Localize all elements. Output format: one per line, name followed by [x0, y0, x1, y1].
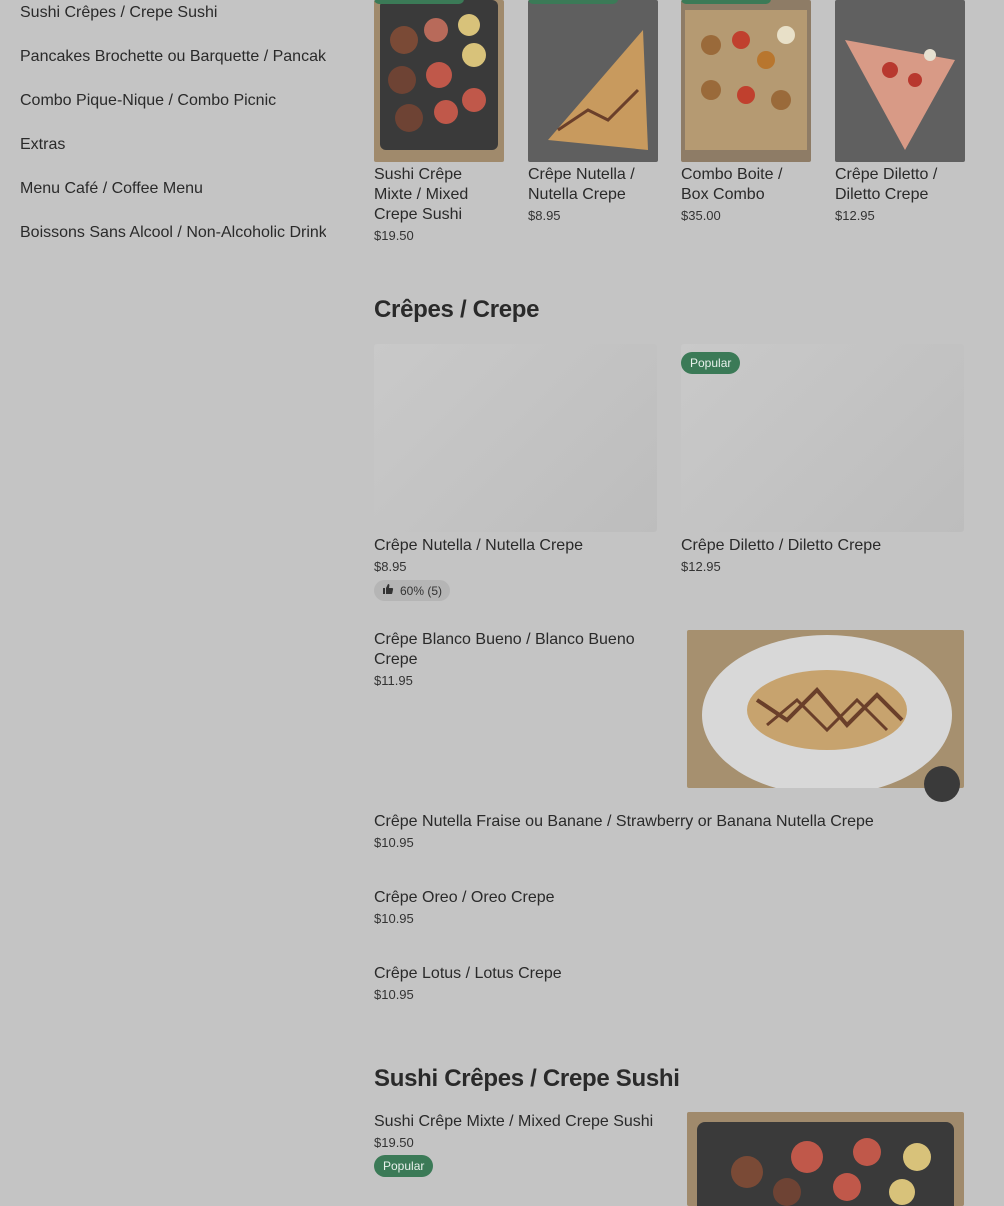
- item-price: $8.95: [374, 559, 407, 574]
- category-sidebar: Sushi Crêpes / Crepe Sushi Pancakes Broc…: [20, 0, 326, 264]
- item-name: Crêpe Nutella / Nutella Crepe: [528, 166, 635, 203]
- sidebar-item-combo-picnic[interactable]: Combo Pique-Nique / Combo Picnic: [20, 88, 326, 132]
- item-name: Crêpe Nutella / Nutella Crepe: [374, 537, 583, 554]
- item-name: Crêpe Diletto / Diletto Crepe: [681, 537, 882, 554]
- mixed-crepe-sushi-photo: [374, 0, 504, 162]
- featured-item-card[interactable]: Popular Crêpe Diletto / Diletto Crepe $1…: [681, 344, 964, 574]
- item-name: Crêpe Nutella Fraise ou Banane / Strawbe…: [374, 813, 874, 830]
- item-name: Crêpe Blanco Bueno / Blanco Bueno Crepe: [374, 631, 635, 668]
- blanco-bueno-crepe-photo: [687, 630, 964, 788]
- mixed-crepe-sushi-photo: [687, 1112, 964, 1206]
- sidebar-item-pancakes[interactable]: Pancakes Brochette ou Barquette / Pancak…: [20, 44, 326, 88]
- sidebar-item-extras[interactable]: Extras: [20, 132, 326, 176]
- item-name: Crêpe Diletto / Diletto Crepe: [835, 166, 938, 203]
- menu-list-item[interactable]: Crêpe Oreo / Oreo Crepe $10.95: [374, 888, 964, 926]
- item-image-placeholder: [374, 344, 657, 532]
- sidebar-item-sushi-crepes[interactable]: Sushi Crêpes / Crepe Sushi: [20, 0, 326, 44]
- popular-badge: Popular: [681, 352, 741, 374]
- item-image-placeholder: Popular: [681, 344, 964, 532]
- section-title-sushi-crepes: Sushi Crêpes / Crepe Sushi: [374, 1065, 680, 1092]
- featured-item-card[interactable]: Crêpe Nutella / Nutella Crepe $8.95 60% …: [374, 344, 657, 601]
- popular-item-card[interactable]: Crêpe Nutella / Nutella Crepe $8.95: [528, 0, 658, 223]
- box-combo-photo: [681, 0, 811, 162]
- item-price: $35.00: [681, 208, 721, 223]
- popular-item-card[interactable]: Combo Boite / Box Combo $35.00: [681, 0, 811, 223]
- menu-list-item[interactable]: Sushi Crêpe Mixte / Mixed Crepe Sushi $1…: [374, 1112, 964, 1206]
- item-price: $10.95: [374, 835, 414, 850]
- section-title-crepes: Crêpes / Crepe: [374, 296, 540, 323]
- popular-badge: [528, 0, 618, 4]
- rating-badge: 60% (5): [374, 580, 451, 601]
- popular-badge: [374, 0, 464, 4]
- popular-items-row: Sushi Crêpe Mixte / Mixed Crepe Sushi $1…: [374, 0, 965, 250]
- sidebar-item-drinks[interactable]: Boissons Sans Alcool / Non-Alcoholic Dri…: [20, 220, 326, 264]
- item-name: Crêpe Oreo / Oreo Crepe: [374, 889, 555, 906]
- item-price: $8.95: [528, 208, 561, 223]
- popular-badge: Popular: [374, 1155, 434, 1177]
- add-to-cart-button[interactable]: [924, 766, 960, 802]
- item-name: Combo Boite / Box Combo: [681, 166, 783, 203]
- item-price: $12.95: [681, 559, 721, 574]
- diletto-crepe-photo: [835, 0, 965, 162]
- popular-badge: [681, 0, 771, 4]
- item-price: $19.50: [374, 228, 414, 243]
- menu-list-item[interactable]: Crêpe Nutella Fraise ou Banane / Strawbe…: [374, 812, 964, 850]
- item-price: $10.95: [374, 987, 414, 1002]
- rating-text: 60% (5): [400, 583, 443, 598]
- popular-item-card[interactable]: Sushi Crêpe Mixte / Mixed Crepe Sushi $1…: [374, 0, 504, 243]
- popular-item-card[interactable]: Crêpe Diletto / Diletto Crepe $12.95: [835, 0, 965, 223]
- menu-list-item[interactable]: Crêpe Lotus / Lotus Crepe $10.95: [374, 964, 964, 1002]
- item-name: Crêpe Lotus / Lotus Crepe: [374, 965, 562, 982]
- thumbs-up-icon: [382, 583, 394, 598]
- item-price: $12.95: [835, 208, 875, 223]
- sidebar-item-coffee-menu[interactable]: Menu Café / Coffee Menu: [20, 176, 326, 220]
- item-name: Sushi Crêpe Mixte / Mixed Crepe Sushi: [374, 166, 469, 223]
- nutella-crepe-photo: [528, 0, 658, 162]
- item-price: $10.95: [374, 911, 414, 926]
- menu-list-item[interactable]: Crêpe Blanco Bueno / Blanco Bueno Crepe …: [374, 630, 964, 802]
